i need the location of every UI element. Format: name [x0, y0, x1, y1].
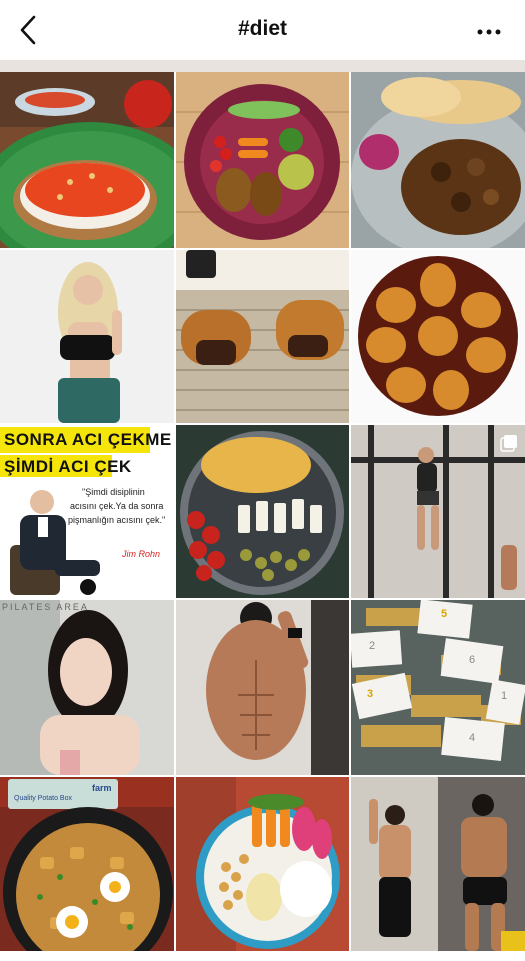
tart-image [351, 250, 525, 423]
top-bar: #diet [0, 0, 525, 60]
muscular-man-image [176, 600, 349, 775]
notes-image [351, 600, 525, 775]
post-tile-buddha-bowl[interactable] [176, 777, 349, 951]
vegetable-plate-image [176, 72, 349, 248]
post-tile-plate-vegetables[interactable] [176, 72, 349, 248]
previous-row-edge [0, 60, 525, 72]
note-number-5: 5 [441, 608, 448, 620]
post-tile-toast[interactable] [0, 72, 174, 248]
note-number-3: 3 [367, 688, 374, 700]
post-tile-fitness-woman[interactable] [0, 250, 174, 423]
gym-image [351, 425, 525, 598]
multiple-images-icon [500, 435, 517, 452]
toast-image [0, 72, 174, 248]
post-tile-potato-hash[interactable]: farm Quality Potato Box [0, 777, 174, 951]
product-box-brand: farm [92, 783, 112, 793]
note-number-2: 2 [369, 640, 376, 652]
quote-headline-1: SONRA ACI ÇEKME [4, 430, 172, 449]
post-tile-numbered-notes[interactable]: 5 2 6 3 1 4 [351, 600, 525, 775]
quote-line-1: "Şimdi disiplinin [82, 487, 145, 497]
post-tile-bodybuilders[interactable] [351, 777, 525, 951]
note-number-4: 4 [469, 732, 476, 744]
bodybuilders-image [351, 777, 525, 951]
omelette-image [176, 425, 349, 598]
post-tile-muscular-man[interactable] [176, 600, 349, 775]
more-options-button[interactable] [477, 22, 501, 38]
product-box-label: Quality Potato Box [14, 795, 72, 802]
quote-line-3: pişmanlığın acısını çek." [68, 515, 166, 525]
quote-author: Jim Rohn [122, 549, 161, 559]
portrait-image [0, 600, 174, 775]
potato-hash-image [0, 777, 174, 951]
page-title: #diet [237, 17, 287, 40]
quote-headline-2: ŞİMDİ ACI ÇEK [4, 457, 132, 476]
croissant-image [176, 250, 349, 423]
buddha-bowl-image [176, 777, 349, 951]
studio-sign: PILATES AREA [2, 602, 89, 612]
post-tile-omelette-platter[interactable] [176, 425, 349, 598]
note-number-6: 6 [469, 654, 476, 666]
post-tile-gym-pullup[interactable] [351, 425, 525, 598]
fitness-woman-image [0, 250, 174, 423]
post-tile-curry-flatbread[interactable] [351, 72, 525, 248]
note-number-1: 1 [501, 690, 508, 702]
post-tile-peach-tart[interactable] [351, 250, 525, 423]
post-tile-woman-portrait[interactable]: PILATES AREA [0, 600, 174, 775]
post-tile-motivation-quote[interactable]: SONRA ACI ÇEKME ŞİMDİ ACI ÇEK "Şimdi dis… [0, 425, 174, 598]
curry-image [351, 72, 525, 248]
quote-line-2: acısını çek.Ya da sonra [70, 501, 164, 511]
post-tile-chocolate-croissants[interactable] [176, 250, 349, 423]
more-horizontal-icon [477, 29, 501, 35]
quote-background [0, 425, 174, 598]
